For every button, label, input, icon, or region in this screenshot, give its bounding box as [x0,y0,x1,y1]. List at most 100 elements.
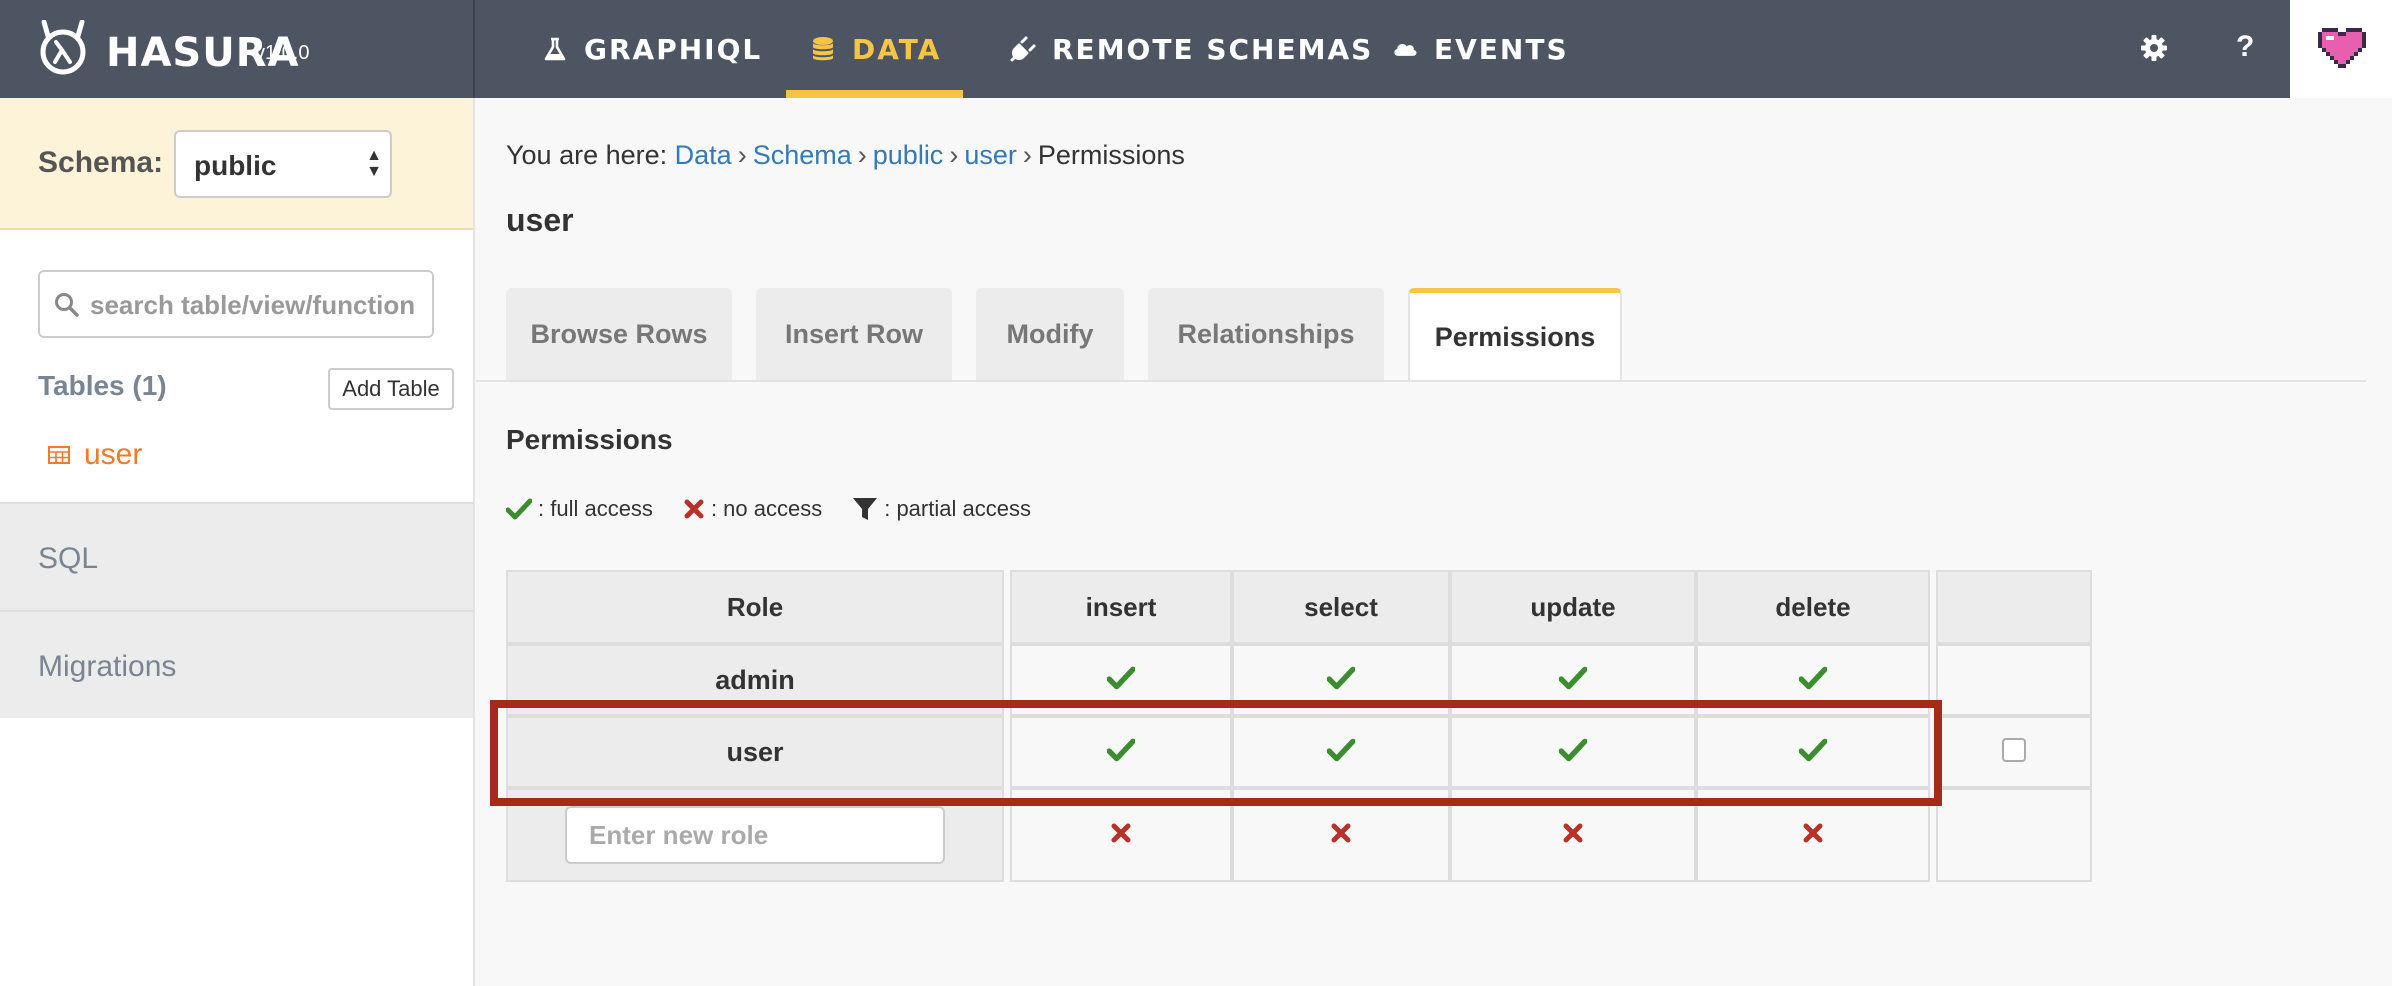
legend-none-label: : no access [710,496,823,521]
check-icon [1326,738,1356,761]
tab-modify[interactable]: Modify [976,288,1124,380]
legend-no-access: : no access [683,496,822,522]
permissions-table: Role insert select update delete admin u… [506,570,2092,882]
schema-row: Schema: public ▲ ▼ [0,98,473,230]
breadcrumb-separator: › [949,140,959,170]
bulk-cell-admin [1936,644,2092,716]
column-header-delete: delete [1696,570,1930,644]
tab-permissions[interactable]: Permissions [1408,288,1622,382]
check-icon [1106,666,1136,689]
database-icon [813,37,833,61]
check-icon [1798,738,1828,761]
nav-data-label: DATA [852,32,942,66]
plug-icon [1010,36,1036,62]
page-title: user [506,202,574,238]
cross-icon [684,499,704,519]
check-icon [1326,666,1356,689]
breadcrumb-user[interactable]: user [964,140,1017,170]
search-icon [55,293,79,317]
check-icon [1558,666,1588,689]
tab-insert-row[interactable]: Insert Row [756,288,952,380]
tables-label: Tables (1) [38,370,167,401]
column-header-select: select [1232,570,1450,644]
permission-cell-new-update[interactable] [1450,788,1696,882]
permissions-title: Permissions [506,424,673,455]
sidebar-table-user[interactable]: user [48,438,142,472]
hasura-logo-icon [40,20,86,75]
cross-icon [1563,823,1583,842]
permissions-legend: : full access : no access : partial acce… [506,496,1061,522]
bulk-cell-user [1936,716,2092,788]
sidebar-sql[interactable]: SQL [0,502,473,610]
permission-cell-user-update[interactable] [1450,716,1696,788]
bulk-select-checkbox[interactable] [2002,737,2026,762]
permission-cell-admin-update[interactable] [1450,644,1696,716]
version-label: v1.0.0 [255,42,310,64]
permission-cell-user-delete[interactable] [1696,716,1930,788]
check-icon [1558,738,1588,761]
breadcrumb-schema[interactable]: Schema [753,140,852,170]
filter-icon [853,498,878,520]
tabs-divider [476,380,2366,382]
select-arrows-icon: ▲ ▼ [366,147,382,180]
permission-cell-new-delete[interactable] [1696,788,1930,882]
table-row: admin [506,644,2092,716]
table-icon [48,446,70,464]
table-row: user [506,716,2092,788]
nav-events-label: EVENTS [1434,32,1569,66]
check-icon [1798,666,1828,689]
search-box [38,270,434,338]
search-input[interactable] [90,284,420,326]
role-cell-admin: admin [506,644,1004,716]
bulk-cell-new [1936,788,2092,882]
permission-cell-admin-select[interactable] [1232,644,1450,716]
cloud-icon [1394,43,1417,56]
add-table-button[interactable]: Add Table [328,368,454,410]
new-role-input[interactable] [565,806,945,864]
legend-full-access: : full access [506,496,653,522]
check-icon [1106,738,1136,761]
sidebar-migrations[interactable]: Migrations [0,610,473,718]
column-header-update: update [1450,570,1696,644]
nav-data[interactable]: DATA [785,0,964,98]
help-icon[interactable]: ? [2236,30,2254,64]
cross-icon [1331,823,1351,842]
permission-cell-user-insert[interactable] [1010,716,1232,788]
love-block[interactable] [2290,0,2392,98]
breadcrumb-prefix: You are here: [506,140,668,170]
sidebar: Schema: public ▲▼ Tables (1) Add Table u… [0,98,475,986]
permission-cell-admin-delete[interactable] [1696,644,1930,716]
schema-label: Schema: [38,146,164,179]
schema-select-value: public [194,150,277,181]
new-role-cell [506,788,1004,882]
role-cell-user: user [506,716,1004,788]
tab-relationships[interactable]: Relationships [1148,288,1384,380]
breadcrumb-data[interactable]: Data [675,140,732,170]
column-header-bulk [1936,570,2092,644]
permission-cell-admin-insert[interactable] [1010,644,1232,716]
heart-icon [2318,28,2366,68]
top-navbar: HASURA v1.0.0 GRAPHIQL DATA REMOTE SCHEM… [0,0,2392,98]
breadcrumb-public[interactable]: public [873,140,944,170]
nav-graphiql[interactable]: GRAPHIQL [542,0,762,98]
cross-icon [1803,823,1823,842]
column-header-insert: insert [1010,570,1232,644]
breadcrumb: You are here: Data › Schema › public › user › Pe… [506,140,1185,171]
logo-block[interactable]: HASURA v1.0.0 [0,0,475,98]
check-icon [506,498,532,520]
nav-events[interactable]: EVENTS [1392,0,1569,98]
permission-cell-user-select[interactable] [1232,716,1450,788]
nav-remote-schemas[interactable]: REMOTE SCHEMAS [1010,0,1373,98]
permission-cell-new-insert[interactable] [1010,788,1232,882]
gear-icon[interactable] [2140,34,2168,62]
breadcrumb-separator: › [737,140,747,170]
nav-remote-schemas-label: REMOTE SCHEMAS [1052,32,1374,66]
breadcrumb-separator: › [857,140,867,170]
cross-icon [1111,823,1131,842]
legend-partial-label: : partial access [884,496,1031,521]
sidebar-table-label: user [84,438,143,471]
permission-cell-new-select[interactable] [1232,788,1450,882]
tab-browse-rows[interactable]: Browse Rows [506,288,732,380]
schema-select[interactable]: public ▲ ▼ [174,130,392,198]
table-row-new-role [506,788,2092,882]
